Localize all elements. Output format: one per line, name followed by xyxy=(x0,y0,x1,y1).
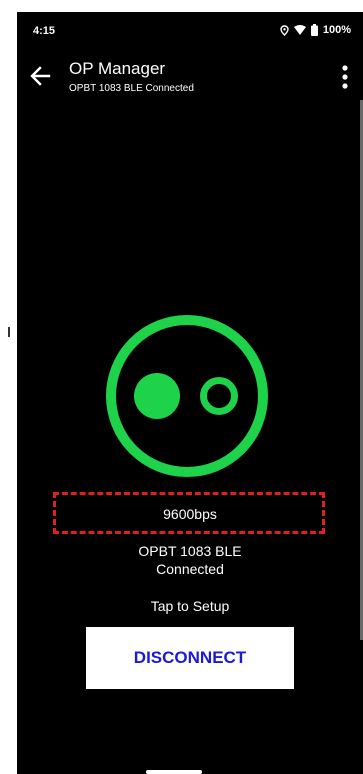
more-vert-icon xyxy=(342,65,348,89)
baud-rate: 9600bps xyxy=(163,506,217,522)
connection-state: Connected xyxy=(156,561,224,577)
status-time: 4:15 xyxy=(33,25,56,37)
battery-icon xyxy=(310,24,318,36)
device-name: OPBT 1083 BLE xyxy=(138,543,242,559)
location-icon xyxy=(280,24,289,36)
tap-to-setup-link[interactable]: Tap to Setup xyxy=(17,598,363,614)
overflow-menu-button[interactable] xyxy=(339,64,351,90)
battery-percent: 100% xyxy=(322,24,351,36)
app-subtitle: OPBT 1083 BLE Connected xyxy=(69,83,194,94)
connection-status-icon xyxy=(106,315,268,477)
app-title: OP Manager xyxy=(69,59,166,78)
arrow-left-icon xyxy=(30,66,51,86)
phone-screen: 4:15 100% OP Manager OPBT 1083 BLE Conne… xyxy=(17,12,363,774)
home-indicator[interactable] xyxy=(146,770,202,774)
app-bar: OP Manager OPBT 1083 BLE Connected xyxy=(17,48,363,104)
status-bar: 4:15 100% xyxy=(17,12,363,48)
wifi-icon xyxy=(293,25,306,35)
disconnect-button[interactable]: DISCONNECT xyxy=(86,627,294,689)
status-icons: 100% xyxy=(280,24,351,36)
back-button[interactable] xyxy=(27,62,55,90)
edge-marker xyxy=(8,327,10,337)
